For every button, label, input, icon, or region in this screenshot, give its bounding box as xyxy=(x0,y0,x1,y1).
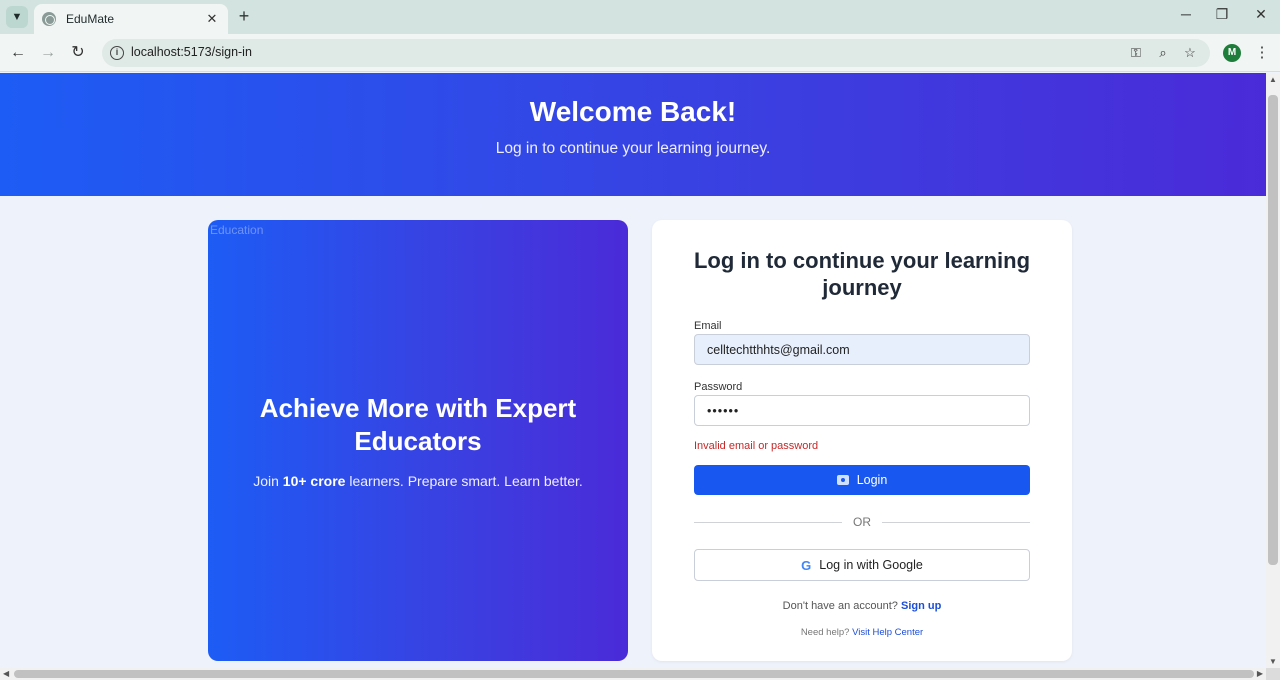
google-icon: G xyxy=(801,557,812,573)
divider-left xyxy=(694,522,842,523)
browser-toolbar: ← → ↻ i localhost:5173/sign-in ⚿ ⌕ ☆ M ⋮ xyxy=(0,34,1280,72)
login-button[interactable]: Login xyxy=(694,465,1030,495)
help-center-link[interactable]: Visit Help Center xyxy=(852,627,923,638)
page-viewport: Welcome Back! Log in to continue your le… xyxy=(0,73,1266,668)
password-field[interactable]: •••••• xyxy=(694,395,1030,426)
error-message: Invalid email or password xyxy=(694,440,819,452)
window-close-button[interactable]: ✕ xyxy=(1249,6,1273,23)
promo-panel: Education Achieve More with Expert Educa… xyxy=(208,220,628,661)
page-subtitle: Log in to continue your learning journey… xyxy=(495,140,771,157)
scroll-left-icon[interactable]: ◀ xyxy=(3,669,9,678)
hero-banner: Welcome Back! Log in to continue your le… xyxy=(0,73,1266,196)
page-title: Welcome Back! xyxy=(529,96,737,127)
google-login-button[interactable]: G Log in with Google xyxy=(694,549,1030,581)
key-icon[interactable]: ⚿ xyxy=(1127,45,1145,61)
email-label: Email xyxy=(694,320,722,332)
back-button[interactable]: ← xyxy=(8,43,28,63)
scroll-right-icon[interactable]: ▶ xyxy=(1257,669,1263,678)
broken-image-alt: Education xyxy=(210,223,264,237)
profile-avatar[interactable]: M xyxy=(1223,44,1241,62)
new-tab-button[interactable]: + xyxy=(234,6,254,26)
signup-prompt-text: Don't have an account? xyxy=(782,600,898,612)
address-bar[interactable]: i localhost:5173/sign-in ⚿ ⌕ ☆ xyxy=(102,39,1210,67)
google-button-label: Log in with Google xyxy=(819,558,923,572)
forward-button[interactable]: → xyxy=(38,43,58,63)
password-label: Password xyxy=(694,381,743,393)
email-field[interactable]: celltechtthhts@gmail.com xyxy=(694,334,1030,365)
zoom-out-icon[interactable]: ⌕ xyxy=(1154,45,1172,61)
promo-heading: Achieve More with Expert Educators xyxy=(259,393,577,456)
globe-icon xyxy=(42,12,56,26)
scrollbar-corner xyxy=(1266,668,1280,680)
or-separator: OR xyxy=(853,515,871,529)
camera-icon xyxy=(836,475,849,485)
promo-text: Join 10+ crore learners. Prepare smart. … xyxy=(208,473,628,489)
star-icon[interactable]: ☆ xyxy=(1181,45,1199,61)
help-prompt: Need help? Visit Help Center xyxy=(652,627,1072,638)
vertical-scroll-thumb[interactable] xyxy=(1268,95,1278,565)
scroll-up-icon[interactable]: ▲ xyxy=(1269,75,1277,84)
more-vert-icon[interactable]: ⋮ xyxy=(1254,43,1270,61)
browser-tab-bar: ▼ EduMate ✕ + ─ ❐ ✕ xyxy=(0,0,1280,34)
promo-text-bold: 10+ crore xyxy=(282,473,346,489)
login-button-label: Login xyxy=(856,473,888,487)
promo-text-suffix: learners. Prepare smart. Learn better. xyxy=(345,473,583,489)
horizontal-scroll-thumb[interactable] xyxy=(14,670,1254,678)
divider-right xyxy=(882,522,1030,523)
tab-search-chevron-down-icon[interactable]: ▼ xyxy=(6,6,28,28)
url-text[interactable]: localhost:5173/sign-in xyxy=(131,45,252,59)
login-heading: Log in to continue your learning journey xyxy=(693,248,1031,300)
scroll-down-icon[interactable]: ▼ xyxy=(1269,657,1277,666)
tab-close-icon[interactable]: ✕ xyxy=(204,11,220,27)
login-card: Log in to continue your learning journey… xyxy=(652,220,1072,661)
reload-button[interactable]: ↻ xyxy=(68,43,88,63)
tab-title: EduMate xyxy=(66,12,115,26)
minimize-button[interactable]: ─ xyxy=(1174,6,1198,22)
restore-button[interactable]: ❐ xyxy=(1210,6,1234,23)
site-info-icon[interactable]: i xyxy=(110,46,124,60)
help-prompt-text: Need help? xyxy=(800,627,850,638)
promo-text-prefix: Join xyxy=(253,473,283,489)
horizontal-scrollbar[interactable]: ◀ ▶ xyxy=(0,668,1266,680)
browser-tab[interactable]: EduMate ✕ xyxy=(34,4,228,34)
signup-link[interactable]: Sign up xyxy=(901,600,941,612)
vertical-scrollbar[interactable]: ▲ ▼ xyxy=(1266,73,1280,668)
signup-prompt: Don't have an account? Sign up xyxy=(652,600,1072,612)
